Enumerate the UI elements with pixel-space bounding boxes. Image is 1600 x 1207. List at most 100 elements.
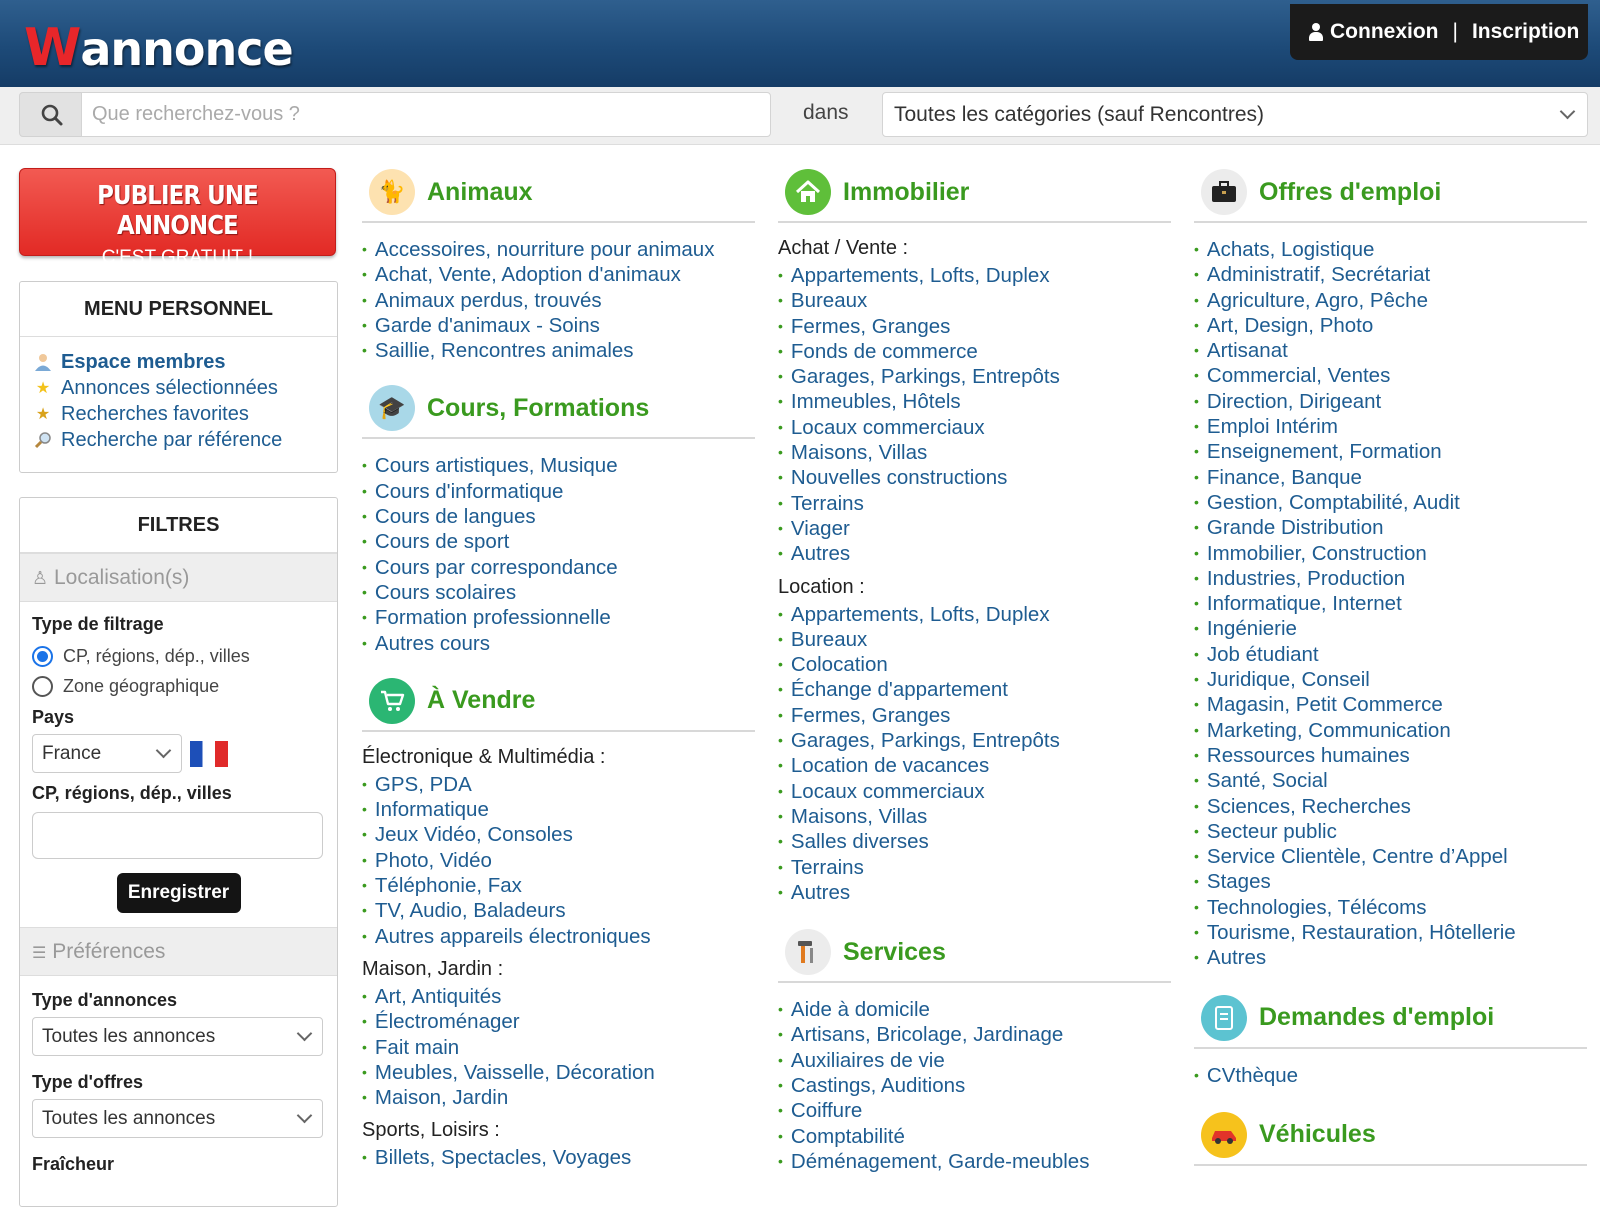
list-item[interactable]: Maison, Jardin <box>362 1085 755 1110</box>
list-item[interactable]: Cours d'informatique <box>362 479 755 504</box>
offer-type-select[interactable]: Toutes les annonces <box>32 1099 323 1138</box>
list-item[interactable]: Finance, Banque <box>1194 465 1587 490</box>
category-cours[interactable]: 🎓 Cours, Formations <box>362 379 755 440</box>
list-item[interactable]: Cours artistiques, Musique <box>362 453 755 478</box>
list-item[interactable]: Achats, Logistique <box>1194 237 1587 262</box>
list-item[interactable]: Coiffure <box>778 1098 1171 1123</box>
list-item[interactable]: Administratif, Secrétariat <box>1194 262 1587 287</box>
list-item[interactable]: Garages, Parkings, Entrepôts <box>778 364 1171 389</box>
publish-ad-button[interactable]: PUBLIER UNE ANNONCE C'EST GRATUIT ! <box>19 168 336 268</box>
list-item[interactable]: Autres <box>1194 945 1587 970</box>
list-item[interactable]: Enseignement, Formation <box>1194 439 1587 464</box>
list-item[interactable]: Maisons, Villas <box>778 804 1171 829</box>
list-item[interactable]: Appartements, Lofts, Duplex <box>778 263 1171 288</box>
list-item[interactable]: Informatique, Internet <box>1194 591 1587 616</box>
list-item[interactable]: Cours de langues <box>362 504 755 529</box>
country-select[interactable]: France <box>32 734 182 773</box>
list-item[interactable]: Fait main <box>362 1035 755 1060</box>
list-item[interactable]: Grande Distribution <box>1194 515 1587 540</box>
menu-item-reference-search[interactable]: Recherche par référence <box>32 427 337 453</box>
category-demandes-emploi[interactable]: Demandes d'emploi <box>1194 989 1587 1049</box>
list-item[interactable]: Comptabilité <box>778 1124 1171 1149</box>
list-item[interactable]: Fermes, Granges <box>778 703 1171 728</box>
category-offres-emploi[interactable]: Offres d'emploi <box>1194 163 1587 223</box>
list-item[interactable]: Photo, Vidéo <box>362 848 755 873</box>
list-item[interactable]: Informatique <box>362 797 755 822</box>
register-link[interactable]: Inscription <box>1472 20 1579 44</box>
list-item[interactable]: Déménagement, Garde-meubles <box>778 1149 1171 1174</box>
localisation-section[interactable]: ♙ Localisation(s) <box>20 553 337 602</box>
list-item[interactable]: Autres appareils électroniques <box>362 924 755 949</box>
list-item[interactable]: Locaux commerciaux <box>778 779 1171 804</box>
radio-button[interactable] <box>32 675 53 697</box>
preferences-section[interactable]: ☰ Préférences <box>20 927 337 976</box>
list-item[interactable]: Magasin, Petit Commerce <box>1194 692 1587 717</box>
list-item[interactable]: Stages <box>1194 869 1587 894</box>
list-item[interactable]: Animaux perdus, trouvés <box>362 288 755 313</box>
list-item[interactable]: Art, Design, Photo <box>1194 313 1587 338</box>
list-item[interactable]: Industries, Production <box>1194 566 1587 591</box>
list-item[interactable]: Bureaux <box>778 627 1171 652</box>
list-item[interactable]: Castings, Auditions <box>778 1073 1171 1098</box>
search-button[interactable] <box>19 92 82 137</box>
list-item[interactable]: Saillie, Rencontres animales <box>362 338 755 363</box>
login-link[interactable]: Connexion <box>1330 20 1439 44</box>
category-immobilier[interactable]: Immobilier <box>778 163 1171 223</box>
menu-item-members[interactable]: Espace membres <box>32 349 337 375</box>
list-item[interactable]: Colocation <box>778 652 1171 677</box>
list-item[interactable]: Secteur public <box>1194 819 1587 844</box>
radio-button-checked[interactable] <box>32 645 53 667</box>
list-item[interactable]: GPS, PDA <box>362 772 755 797</box>
list-item[interactable]: Marketing, Communication <box>1194 718 1587 743</box>
list-item[interactable]: Autres cours <box>362 631 755 656</box>
list-item[interactable]: Viager <box>778 516 1171 541</box>
list-item[interactable]: Nouvelles constructions <box>778 465 1171 490</box>
category-select[interactable]: Toutes les catégories (sauf Rencontres) <box>882 92 1588 137</box>
list-item[interactable]: Appartements, Lofts, Duplex <box>778 602 1171 627</box>
list-item[interactable]: Maisons, Villas <box>778 440 1171 465</box>
list-item[interactable]: Service Clientèle, Centre d’Appel <box>1194 844 1587 869</box>
list-item[interactable]: Artisans, Bricolage, Jardinage <box>778 1022 1171 1047</box>
category-animaux[interactable]: 🐈 Animaux <box>362 163 755 223</box>
ad-type-select[interactable]: Toutes les annonces <box>32 1017 323 1056</box>
list-item[interactable]: Meubles, Vaisselle, Décoration <box>362 1060 755 1085</box>
list-item[interactable]: Électroménager <box>362 1009 755 1034</box>
list-item[interactable]: Location de vacances <box>778 753 1171 778</box>
list-item[interactable]: Immobilier, Construction <box>1194 541 1587 566</box>
save-button[interactable]: Enregistrer <box>116 873 241 913</box>
list-item[interactable]: Art, Antiquités <box>362 984 755 1009</box>
list-item[interactable]: Aide à domicile <box>778 997 1171 1022</box>
list-item[interactable]: Fermes, Granges <box>778 314 1171 339</box>
list-item[interactable]: Agriculture, Agro, Pêche <box>1194 288 1587 313</box>
list-item[interactable]: Ressources humaines <box>1194 743 1587 768</box>
list-item[interactable]: Emploi Intérim <box>1194 414 1587 439</box>
list-item[interactable]: Technologies, Télécoms <box>1194 895 1587 920</box>
list-item[interactable]: Achat, Vente, Adoption d'animaux <box>362 262 755 287</box>
list-item[interactable]: Échange d'appartement <box>778 677 1171 702</box>
list-item[interactable]: Sciences, Recherches <box>1194 794 1587 819</box>
list-item[interactable]: Santé, Social <box>1194 768 1587 793</box>
list-item[interactable]: Accessoires, nourriture pour animaux <box>362 237 755 262</box>
list-item[interactable]: Formation professionnelle <box>362 605 755 630</box>
list-item[interactable]: Autres <box>778 880 1171 905</box>
list-item[interactable]: Immeubles, Hôtels <box>778 389 1171 414</box>
list-item[interactable]: Cours par correspondance <box>362 555 755 580</box>
list-item[interactable]: TV, Audio, Baladeurs <box>362 898 755 923</box>
radio-geo-zone[interactable]: Zone géographique <box>32 671 337 701</box>
list-item[interactable]: Terrains <box>778 855 1171 880</box>
list-item[interactable]: Bureaux <box>778 288 1171 313</box>
list-item[interactable]: Ingénierie <box>1194 616 1587 641</box>
list-item[interactable]: Jeux Vidéo, Consoles <box>362 822 755 847</box>
list-item[interactable]: Fonds de commerce <box>778 339 1171 364</box>
radio-cp-regions[interactable]: CP, régions, dép., villes <box>32 641 337 671</box>
menu-item-favorite-searches[interactable]: ★ Recherches favorites <box>32 401 337 427</box>
list-item[interactable]: Cours de sport <box>362 529 755 554</box>
list-item[interactable]: CVthèque <box>1194 1063 1587 1088</box>
category-a-vendre[interactable]: À Vendre <box>362 672 755 732</box>
list-item[interactable]: Terrains <box>778 491 1171 516</box>
list-item[interactable]: Tourisme, Restauration, Hôtellerie <box>1194 920 1587 945</box>
list-item[interactable]: Direction, Dirigeant <box>1194 389 1587 414</box>
list-item[interactable]: Cours scolaires <box>362 580 755 605</box>
list-item[interactable]: Billets, Spectacles, Voyages <box>362 1145 755 1170</box>
cp-input[interactable] <box>32 812 323 859</box>
